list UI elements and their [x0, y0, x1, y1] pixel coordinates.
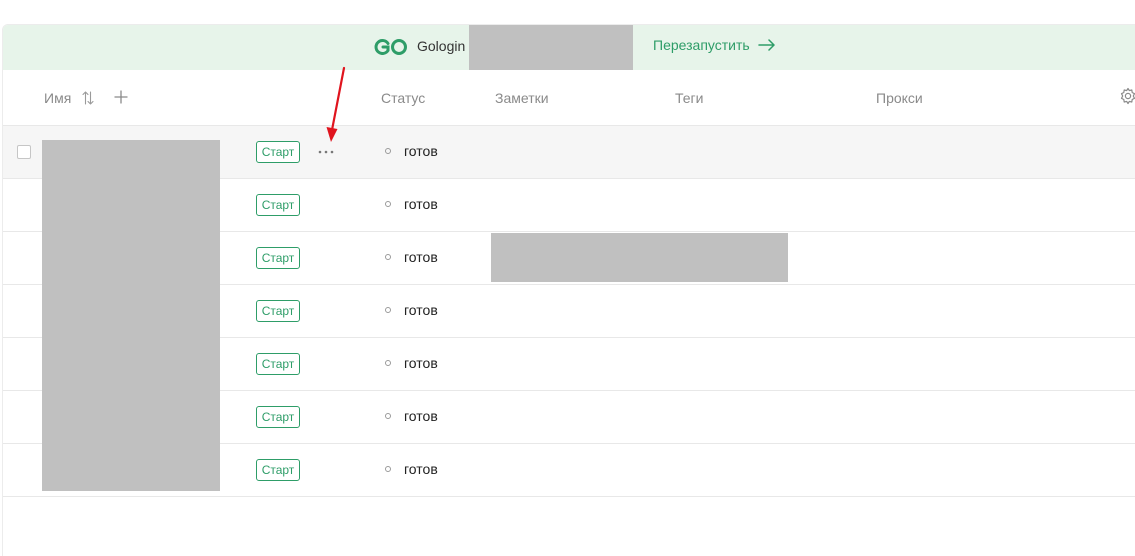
column-header-proxy[interactable]: Прокси	[876, 90, 923, 106]
column-header-status[interactable]: Статус	[381, 90, 425, 106]
column-header-name[interactable]: Имя	[44, 90, 71, 106]
redacted-note	[491, 233, 788, 282]
status-indicator-icon	[385, 413, 391, 419]
redacted-profile-names	[42, 140, 220, 491]
status-indicator-icon	[385, 307, 391, 313]
column-header-tags[interactable]: Теги	[675, 90, 703, 106]
sort-icon[interactable]	[82, 91, 94, 105]
status-indicator-icon	[385, 466, 391, 472]
start-button[interactable]: Старт	[256, 141, 300, 163]
start-button[interactable]: Старт	[256, 194, 300, 216]
status-text: готов	[404, 355, 438, 371]
add-column-icon[interactable]	[114, 90, 128, 104]
top-strip	[0, 0, 1135, 10]
update-banner: Gologin Перезапустить	[3, 25, 1135, 74]
status-text: готов	[404, 408, 438, 424]
start-button[interactable]: Старт	[256, 300, 300, 322]
status-indicator-icon	[385, 360, 391, 366]
redacted-block	[469, 25, 633, 74]
table-header: Имя Статус Заметки Теги Прокси	[3, 70, 1135, 126]
banner-brand-name: Gologin	[417, 38, 466, 54]
row-checkbox[interactable]	[17, 145, 31, 159]
restart-link[interactable]: Перезапустить	[653, 37, 776, 53]
gear-icon[interactable]	[1119, 87, 1135, 105]
status-indicator-icon	[385, 201, 391, 207]
status-text: готов	[404, 461, 438, 477]
gologin-logo-icon	[374, 39, 407, 55]
start-button[interactable]: Старт	[256, 247, 300, 269]
more-options-icon[interactable]	[317, 142, 335, 162]
restart-label: Перезапустить	[653, 37, 750, 53]
status-text: готов	[404, 196, 438, 212]
page: Gologin Перезапустить Имя Статус Заметки…	[0, 0, 1135, 556]
status-text: готов	[404, 143, 438, 159]
status-text: готов	[404, 249, 438, 265]
start-button[interactable]: Старт	[256, 353, 300, 375]
status-indicator-icon	[385, 254, 391, 260]
arrow-right-icon	[757, 39, 775, 51]
status-indicator-icon	[385, 148, 391, 154]
status-text: готов	[404, 302, 438, 318]
profiles-panel: Gologin Перезапустить Имя Статус Заметки…	[2, 24, 1135, 556]
start-button[interactable]: Старт	[256, 459, 300, 481]
column-header-notes[interactable]: Заметки	[495, 90, 549, 106]
start-button[interactable]: Старт	[256, 406, 300, 428]
